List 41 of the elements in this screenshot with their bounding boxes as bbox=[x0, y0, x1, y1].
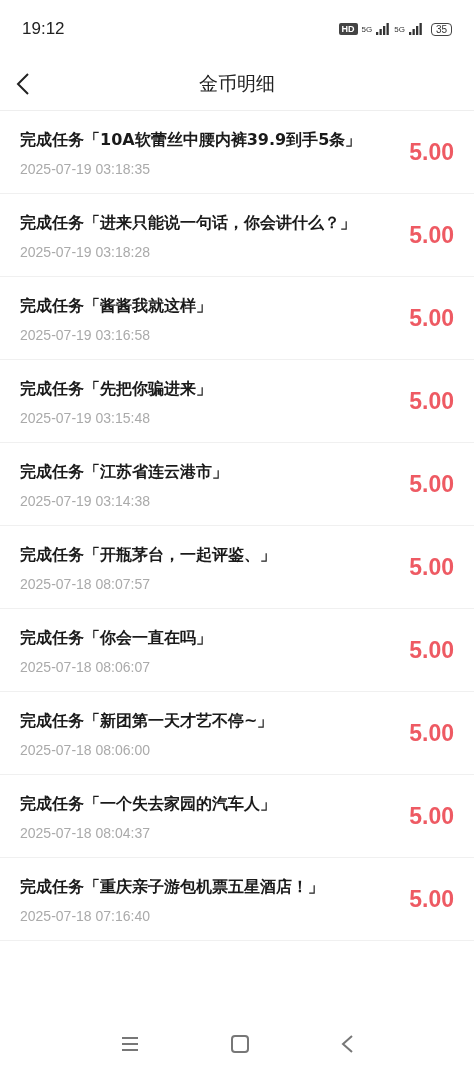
record-title: 完成任务「先把你骗进来」 bbox=[20, 378, 213, 400]
menu-icon[interactable] bbox=[121, 1036, 139, 1052]
network-label: 5G bbox=[394, 24, 405, 34]
record-amount: 5.00 bbox=[409, 885, 454, 913]
home-icon[interactable] bbox=[231, 1035, 249, 1053]
record-title: 完成任务「酱酱我就这样」 bbox=[20, 295, 213, 317]
record-time: 2025-07-18 08:07:57 bbox=[20, 576, 151, 592]
record-time: 2025-07-19 03:14:38 bbox=[20, 493, 151, 509]
record-amount: 5.00 bbox=[409, 221, 454, 249]
record-amount: 5.00 bbox=[409, 802, 454, 830]
record-time: 2025-07-19 03:15:48 bbox=[20, 410, 151, 426]
record-time: 2025-07-19 03:16:58 bbox=[20, 327, 151, 343]
network-label: 5G bbox=[361, 24, 373, 34]
record-amount: 5.00 bbox=[409, 719, 454, 747]
record-title: 完成任务「新团第一天才艺不停~」 bbox=[20, 710, 275, 732]
record-time: 2025-07-18 08:06:00 bbox=[20, 742, 151, 758]
record-time: 2025-07-19 03:18:28 bbox=[20, 244, 151, 260]
page-title: 金币明细 bbox=[199, 71, 275, 96]
status-time: 19:12 bbox=[22, 19, 65, 39]
record-title: 完成任务「进来只能说一句话，你会讲什么？」 bbox=[20, 212, 357, 234]
record-time: 2025-07-18 08:06:07 bbox=[20, 659, 151, 675]
battery-indicator: 35 bbox=[430, 22, 452, 36]
hd-badge: HD bbox=[338, 23, 358, 35]
record-amount: 5.00 bbox=[409, 138, 454, 166]
record-amount: 5.00 bbox=[409, 387, 454, 415]
record-amount: 5.00 bbox=[409, 553, 454, 581]
record-title: 完成任务「江苏省连云港市」 bbox=[20, 461, 229, 483]
record-amount: 5.00 bbox=[409, 636, 454, 664]
record-time: 2025-07-18 08:04:37 bbox=[20, 825, 151, 841]
signal-icon bbox=[408, 23, 423, 35]
record-title: 完成任务「开瓶茅台，一起评鉴、」 bbox=[20, 544, 277, 566]
record-title: 完成任务「一个失去家园的汽车人」 bbox=[20, 793, 277, 815]
record-title: 完成任务「你会一直在吗」 bbox=[20, 627, 213, 649]
record-time: 2025-07-19 03:18:35 bbox=[20, 161, 151, 177]
signal-icon bbox=[376, 23, 391, 35]
record-amount: 5.00 bbox=[409, 470, 454, 498]
record-time: 2025-07-18 07:16:40 bbox=[20, 908, 151, 924]
record-title: 完成任务「重庆亲子游包机票五星酒店！」 bbox=[20, 876, 325, 898]
back-icon[interactable] bbox=[16, 72, 30, 96]
record-amount: 5.00 bbox=[409, 304, 454, 332]
record-title: 完成任务「10A软蕾丝中腰内裤39.9到手5条」 bbox=[20, 129, 363, 151]
